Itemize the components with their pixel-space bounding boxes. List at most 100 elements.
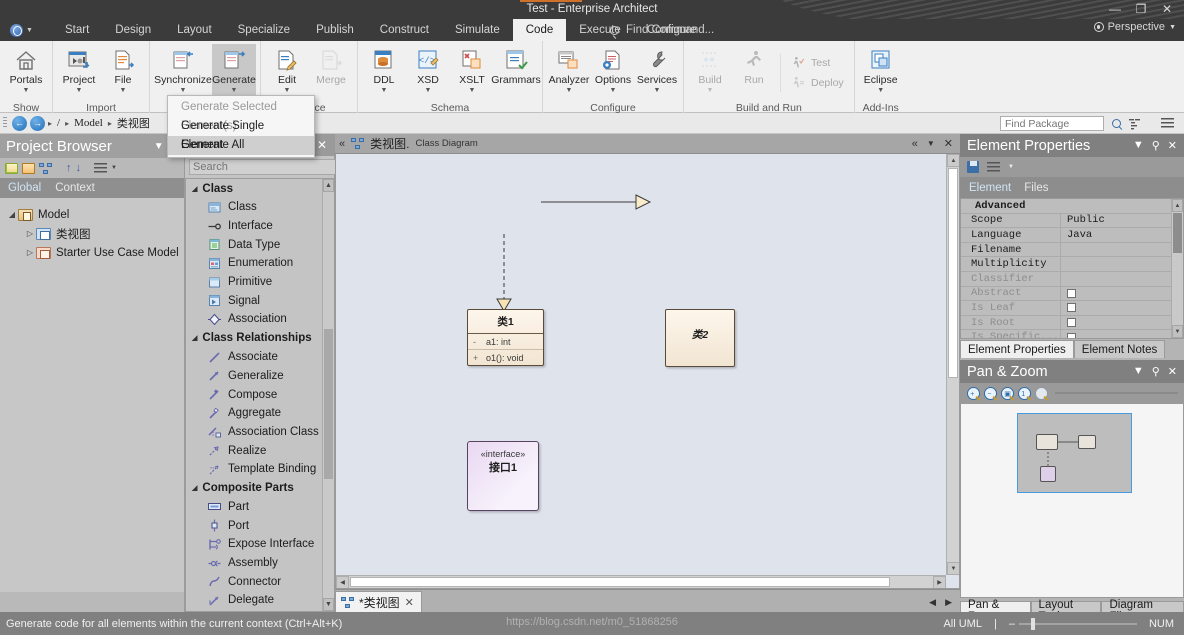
toolbox-item-association[interactable]: Association — [186, 310, 322, 329]
property-value[interactable] — [1061, 272, 1171, 286]
property-row[interactable]: Is Specific... — [961, 330, 1171, 338]
toolbox-scrollbar[interactable]: ▲ ▼ — [322, 179, 334, 611]
ribbon-button-ddl[interactable]: DDL ▼ — [362, 44, 406, 102]
toolbox-group-composite-parts[interactable]: ◢ Composite Parts — [186, 479, 322, 498]
property-row[interactable]: Is Root — [961, 315, 1171, 331]
uml-interface-element[interactable]: «interface» 接口1 — [467, 441, 539, 511]
panel-options-icon[interactable]: ▼ — [1133, 365, 1144, 378]
toolbox-item-template-binding[interactable]: «» Template Binding — [186, 460, 322, 479]
chevron-down-icon[interactable]: ▼ — [76, 87, 83, 94]
scroll-right-button[interactable]: ▶ — [933, 576, 946, 588]
menu-tab-construct[interactable]: Construct — [367, 19, 442, 41]
property-row[interactable]: Multiplicity — [961, 257, 1171, 272]
panel-options-icon[interactable]: ▼ — [1133, 139, 1144, 152]
generate-dropdown-menu[interactable]: Generate Selected Element(s) Generate Sin… — [167, 95, 315, 158]
menu-tab-simulate[interactable]: Simulate — [442, 19, 513, 41]
properties-section-header[interactable]: ◢Advanced — [961, 199, 1171, 214]
bottom-tab-element-notes[interactable]: Element Notes — [1073, 340, 1166, 358]
property-value[interactable]: Public — [1061, 214, 1171, 228]
toolbox-item-port[interactable]: Port — [186, 516, 322, 535]
app-logo[interactable]: ▼ — [10, 22, 40, 38]
zoom-out-icon[interactable]: − — [984, 386, 997, 400]
scroll-up-button[interactable]: ▲ — [323, 179, 334, 192]
uml-class-element-1[interactable]: 类1 - a1: int + o1(): void — [467, 309, 544, 366]
tab-scroll-left-icon[interactable]: ◀ — [929, 597, 936, 608]
uml-class-element-2[interactable]: 类2 — [665, 309, 735, 367]
browser-tab-context[interactable]: Context — [55, 182, 95, 194]
ribbon-button-options[interactable]: Options ▼ — [591, 44, 635, 102]
toolbox-item-class[interactable]: Class — [186, 198, 322, 217]
menu-hamburger-icon[interactable] — [1160, 116, 1174, 130]
toolbox-item-realize[interactable]: Realize — [186, 441, 322, 460]
collapse-left-icon[interactable]: « — [339, 138, 345, 150]
drag-grip[interactable] — [3, 117, 7, 129]
menu-tab-design[interactable]: Design — [102, 19, 164, 41]
toolbox-item-associate[interactable]: Associate — [186, 348, 322, 367]
checkbox[interactable] — [1067, 303, 1076, 313]
tree-collapse-icon[interactable]: ◢ — [6, 210, 18, 219]
scroll-down-button[interactable]: ▼ — [323, 598, 334, 611]
menu-tab-publish[interactable]: Publish — [303, 19, 367, 41]
chevron-down-icon[interactable]: ▼ — [381, 87, 388, 94]
chevron-down-icon[interactable]: ▼ — [284, 87, 291, 94]
toolbox-item-primitive[interactable]: Primitive — [186, 273, 322, 292]
tree-expand-icon[interactable]: ▷ — [24, 248, 36, 257]
toolbox-item-assembly[interactable]: Assembly — [186, 554, 322, 573]
checkbox[interactable] — [1067, 332, 1076, 338]
property-row[interactable]: Language Java — [961, 228, 1171, 243]
close-icon[interactable]: ✕ — [1168, 365, 1177, 378]
properties-tab-files[interactable]: Files — [1024, 182, 1048, 194]
close-button[interactable]: ✕ — [1154, 0, 1180, 18]
diagram-tab-active[interactable]: *类视图 ✕ — [335, 591, 422, 612]
chevron-down-icon[interactable]: ▼ — [120, 87, 127, 94]
nav-back-button[interactable]: ← — [12, 115, 27, 131]
zoom-fit-icon[interactable]: ▣ — [1001, 386, 1014, 400]
move-down-icon[interactable]: ↓ — [76, 162, 82, 174]
pan-zoom-thumbnail[interactable] — [960, 403, 1184, 598]
toolbox-item-generalize[interactable]: Generalize — [186, 367, 322, 386]
find-package-input[interactable] — [1000, 116, 1104, 131]
ribbon-button-synchronize[interactable]: Synchronize ▼ — [154, 44, 212, 102]
property-value[interactable] — [1061, 287, 1171, 301]
toolbox-item-signal[interactable]: Signal — [186, 291, 322, 310]
toolbox-item-association-class[interactable]: Association Class — [186, 423, 322, 442]
toolbox-item-connector[interactable]: Connector — [186, 572, 322, 591]
zoom-slider[interactable] — [1055, 386, 1178, 400]
breadcrumb-item-root[interactable]: / — [55, 117, 62, 129]
new-diagram-icon[interactable] — [39, 162, 52, 174]
zoom-100-icon[interactable]: 1 — [1018, 386, 1031, 400]
ribbon-button-project[interactable]: Project ▼ — [57, 44, 101, 102]
menu-item-generate-single-element[interactable]: Generate Single Element — [168, 117, 314, 151]
chevron-down-icon[interactable]: ▼ — [877, 87, 884, 94]
properties-scrollbar[interactable]: ▲ ▼ — [1171, 199, 1183, 338]
toolbox-item-compose[interactable]: Compose — [186, 385, 322, 404]
property-row[interactable]: Is Leaf — [961, 301, 1171, 316]
toolbox-item-interface[interactable]: Interface — [186, 217, 322, 236]
browser-menu-icon[interactable] — [94, 163, 107, 173]
toolbox-group-class-relationships[interactable]: ◢ Class Relationships — [186, 329, 322, 348]
chevron-down-icon[interactable]: ▼ — [425, 87, 432, 94]
property-value[interactable] — [1061, 301, 1171, 315]
ribbon-button-edit[interactable]: Edit ▼ — [265, 44, 309, 102]
diagram-canvas[interactable]: 类1 - a1: int + o1(): void 类2 «interface»… — [335, 154, 960, 589]
ribbon-button-file[interactable]: File ▼ — [101, 44, 145, 102]
property-value[interactable] — [1061, 257, 1171, 271]
scroll-down-button[interactable]: ▼ — [1172, 325, 1183, 338]
panel-options-icon[interactable]: ▼ — [154, 141, 164, 152]
chevron-down-icon[interactable]: ▼ — [26, 27, 33, 34]
scroll-thumb[interactable] — [1173, 213, 1182, 253]
chevron-down-icon[interactable]: ▼ — [927, 139, 935, 148]
toolbox-item-enumeration[interactable]: Enumeration — [186, 254, 322, 273]
checkbox[interactable] — [1067, 318, 1076, 328]
menu-tab-layout[interactable]: Layout — [164, 19, 225, 41]
toolbox-item-data-type[interactable]: Data Type — [186, 235, 322, 254]
minimize-button[interactable]: — — [1102, 0, 1128, 18]
toolbox-item-delegate[interactable]: Delegate — [186, 591, 322, 610]
chevron-down-icon[interactable]: ▼ — [610, 87, 617, 94]
checkbox[interactable] — [1067, 288, 1076, 298]
close-icon[interactable]: ✕ — [1168, 139, 1177, 152]
ribbon-button-xsd[interactable]: </> XSD ▼ — [406, 44, 450, 102]
canvas-vertical-scrollbar[interactable]: ▲ ▼ — [946, 154, 959, 575]
collapse-right-icon[interactable]: « — [912, 138, 918, 150]
close-icon[interactable]: ✕ — [944, 137, 953, 150]
